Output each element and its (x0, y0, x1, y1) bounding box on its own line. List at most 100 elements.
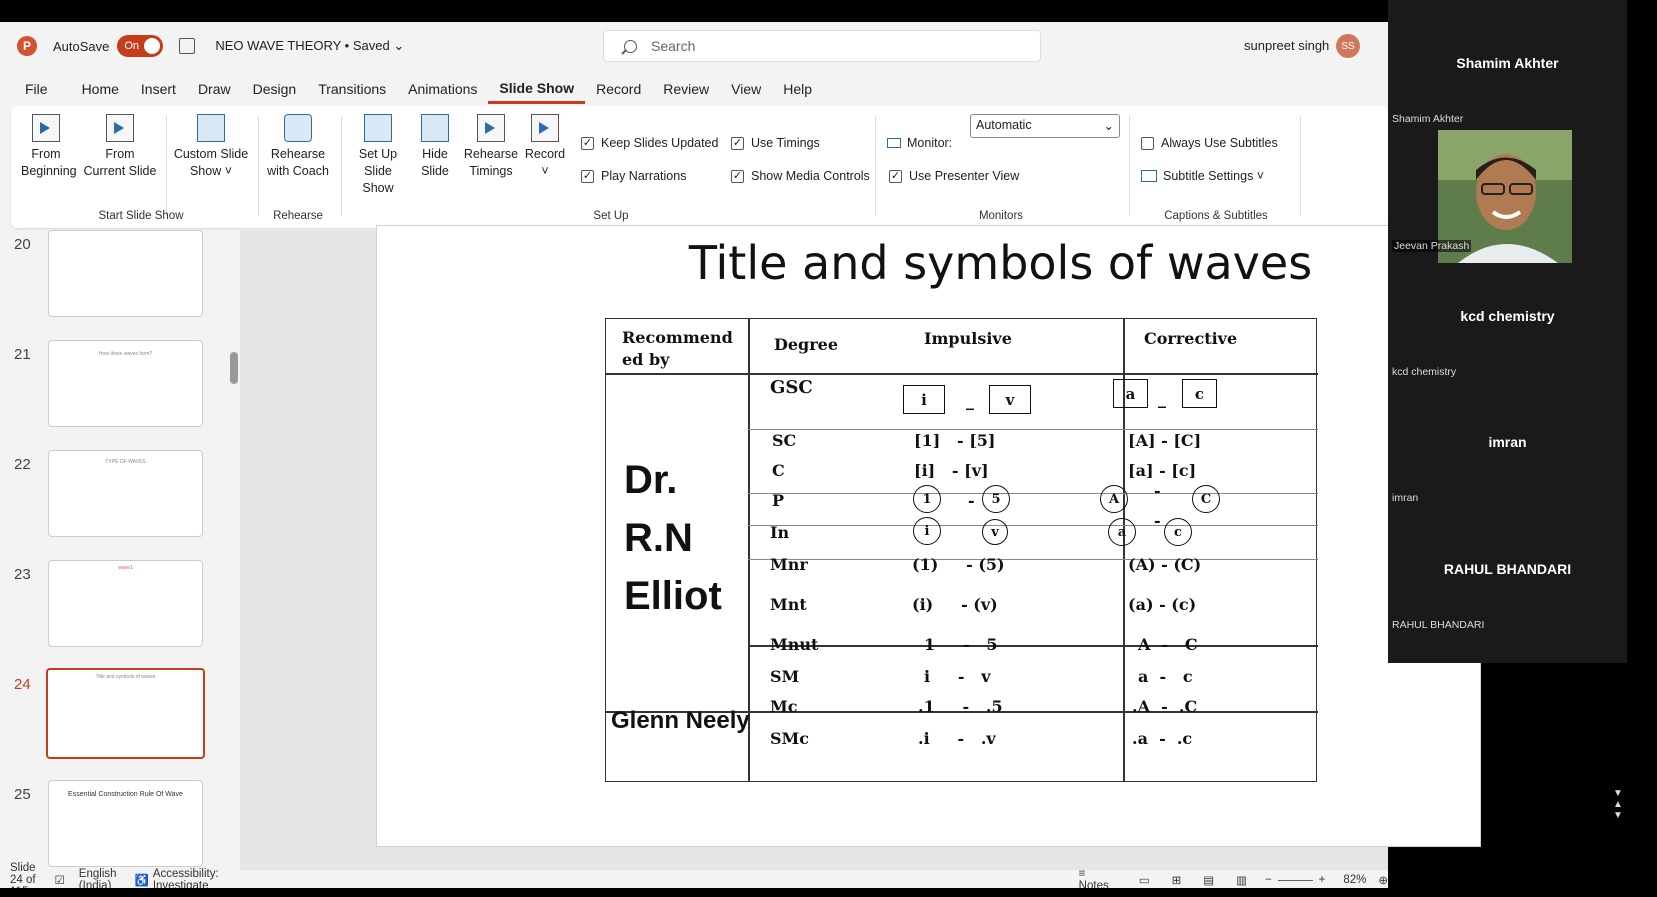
slide-thumbnail-21[interactable]: How these waves form? (48, 340, 203, 427)
tab-slide-show[interactable]: Slide Show (488, 74, 586, 104)
participant-label: kcd chemistry (1392, 366, 1457, 378)
tab-home[interactable]: Home (71, 74, 130, 104)
tab-design[interactable]: Design (242, 74, 308, 104)
participant-name: imran (1488, 434, 1527, 450)
language-indicator[interactable]: English (India) (79, 868, 117, 888)
degree-smc: SMc (770, 729, 810, 748)
custom-slide-show-button[interactable]: Custom Slide Show ˅ (171, 114, 251, 180)
accessibility-status[interactable]: Accessibility: Investigate (153, 868, 219, 888)
tab-insert[interactable]: Insert (130, 74, 187, 104)
from-current-slide-button[interactable]: From Current Slide (81, 114, 159, 180)
hide-label-1: Hide (422, 147, 448, 161)
p-corrective-end: C (1192, 485, 1220, 513)
play-slide-icon (32, 114, 60, 142)
slide-thumbnail-25[interactable]: Essential Construction Rule Of Wave (48, 780, 203, 867)
set-up-slide-show-button[interactable]: Set Up Slide Show (347, 114, 409, 197)
divider (166, 116, 167, 216)
table-divider (748, 493, 1318, 494)
tab-transitions[interactable]: Transitions (307, 74, 397, 104)
thumb-number: 20 (14, 236, 31, 253)
record-button[interactable]: Record ˅ (523, 114, 567, 180)
show-media-controls-checkbox[interactable]: ✓ Show Media Controls (731, 169, 870, 183)
chevron-down-icon: ⌄ (1103, 119, 1114, 133)
play-current-icon (106, 114, 134, 142)
use-timings-checkbox[interactable]: ✓ Use Timings (731, 136, 820, 150)
show-media-label: Show Media Controls (751, 169, 870, 183)
header-recommended-by: Recommend ed by (622, 327, 733, 371)
play-narrations-checkbox[interactable]: ✓ Play Narrations (581, 169, 686, 183)
dash: - (1154, 481, 1161, 500)
document-title[interactable]: NEO WAVE THEORY • Saved ⌄ (215, 38, 404, 54)
tab-record[interactable]: Record (585, 74, 652, 104)
mnt-impulsive: (i) - (v) (912, 595, 998, 614)
slide-sorter-icon[interactable]: ⊞ (1172, 873, 1182, 887)
mnr-corrective: (A) - (C) (1128, 555, 1202, 574)
powerpoint-logo-icon: P (17, 36, 37, 56)
rehearse-with-coach-button[interactable]: Rehearse with Coach (263, 114, 333, 180)
reading-view-icon[interactable]: ▤ (1203, 873, 1214, 887)
tab-help[interactable]: Help (772, 74, 823, 104)
sc-corrective: [A] - [C] (1128, 431, 1202, 450)
timings-label-2: Timings (469, 164, 513, 178)
header-impulsive: Impulsive (924, 329, 1012, 348)
monitor-field: Monitor: (887, 136, 952, 150)
thumb-title: Title and symbols of waves (95, 674, 156, 680)
zoom-slider[interactable] (1277, 879, 1313, 881)
header-recommended-2: ed by (622, 350, 670, 369)
scrollbar-thumb[interactable] (230, 352, 238, 384)
from-beginning-label-2: Beginning (21, 164, 77, 178)
search-box[interactable]: Search (603, 30, 1041, 62)
tab-view[interactable]: View (720, 74, 772, 104)
table-divider (748, 429, 1318, 430)
slide-thumbnail-22[interactable]: TYPE OF WAVES (48, 450, 203, 537)
checkbox-unchecked-icon (1141, 136, 1154, 150)
slide-thumbnail-20[interactable] (48, 230, 203, 317)
slideshow-view-icon[interactable]: ▥ (1236, 873, 1247, 887)
participants-scroll-arrows-icon[interactable]: ▼ ▲ ▼ (1613, 788, 1623, 821)
author-elliot: Dr. R.N Elliot (624, 451, 722, 625)
zoom-out-icon[interactable]: − (1265, 874, 1272, 886)
spellcheck-icon[interactable]: ☑ (54, 873, 64, 887)
current-slide[interactable]: Title and symbols of waves Recommend ed b… (376, 225, 1481, 847)
subtitle-settings-button[interactable]: Subtitle Settings ˅ (1141, 169, 1264, 183)
setup-icon (364, 114, 392, 142)
hide-slide-button[interactable]: Hide Slide (415, 114, 455, 180)
normal-view-icon[interactable]: ▭ (1139, 873, 1150, 887)
record-label-1: Record (524, 147, 566, 161)
monitor-select[interactable]: Automatic ⌄ (970, 114, 1120, 138)
mnut-impulsive: 1 - 5 (924, 635, 998, 654)
autosave-toggle[interactable]: On (117, 35, 164, 57)
tab-review[interactable]: Review (652, 74, 720, 104)
in-impulsive-end: v (982, 519, 1008, 545)
autosave-label: AutoSave (53, 38, 110, 54)
zoom-level[interactable]: 82% (1343, 874, 1366, 886)
tab-animations[interactable]: Animations (397, 74, 488, 104)
avatar[interactable]: SS (1336, 34, 1360, 58)
from-beginning-button[interactable]: From Beginning (21, 114, 77, 180)
use-presenter-view-checkbox[interactable]: ✓ Use Presenter View (889, 169, 1019, 183)
tab-file[interactable]: File (0, 74, 59, 104)
notes-button[interactable]: ≡ Notes (1079, 868, 1109, 888)
user-name[interactable]: sunpreet singh (1244, 38, 1329, 53)
divider (1129, 116, 1130, 216)
rehearse-timings-button[interactable]: Rehearse Timings (463, 114, 519, 180)
keep-slides-updated-checkbox[interactable]: ✓ Keep Slides Updated (581, 136, 718, 150)
save-icon[interactable] (179, 38, 196, 54)
sm-corrective: a - c (1138, 667, 1193, 686)
mnt-corrective: (a) - (c) (1128, 595, 1197, 614)
from-beginning-label-1: From (31, 147, 61, 161)
autosave-state: On (124, 40, 140, 52)
author-elliot-1: Dr. (624, 458, 678, 502)
always-use-subtitles-checkbox[interactable]: Always Use Subtitles (1141, 136, 1278, 150)
fit-to-window-icon[interactable]: ⊕ (1378, 873, 1388, 887)
tab-draw[interactable]: Draw (187, 74, 242, 104)
subtitle-icon (1141, 170, 1157, 182)
thumbnail-scrollbar[interactable] (230, 234, 238, 870)
slide-thumbnail-23[interactable]: wave1 (48, 560, 203, 647)
slide-thumbnail-panel: 20 21 How these waves form? 22 TYPE OF W… (0, 230, 240, 870)
zoom-in-icon[interactable]: + (1319, 874, 1326, 886)
record-label-2: ˅ (541, 164, 549, 178)
in-corrective-end: c (1164, 518, 1192, 546)
chevron-down-icon: ⌄ (393, 38, 405, 53)
slide-thumbnail-24[interactable]: Title and symbols of waves (46, 668, 205, 759)
